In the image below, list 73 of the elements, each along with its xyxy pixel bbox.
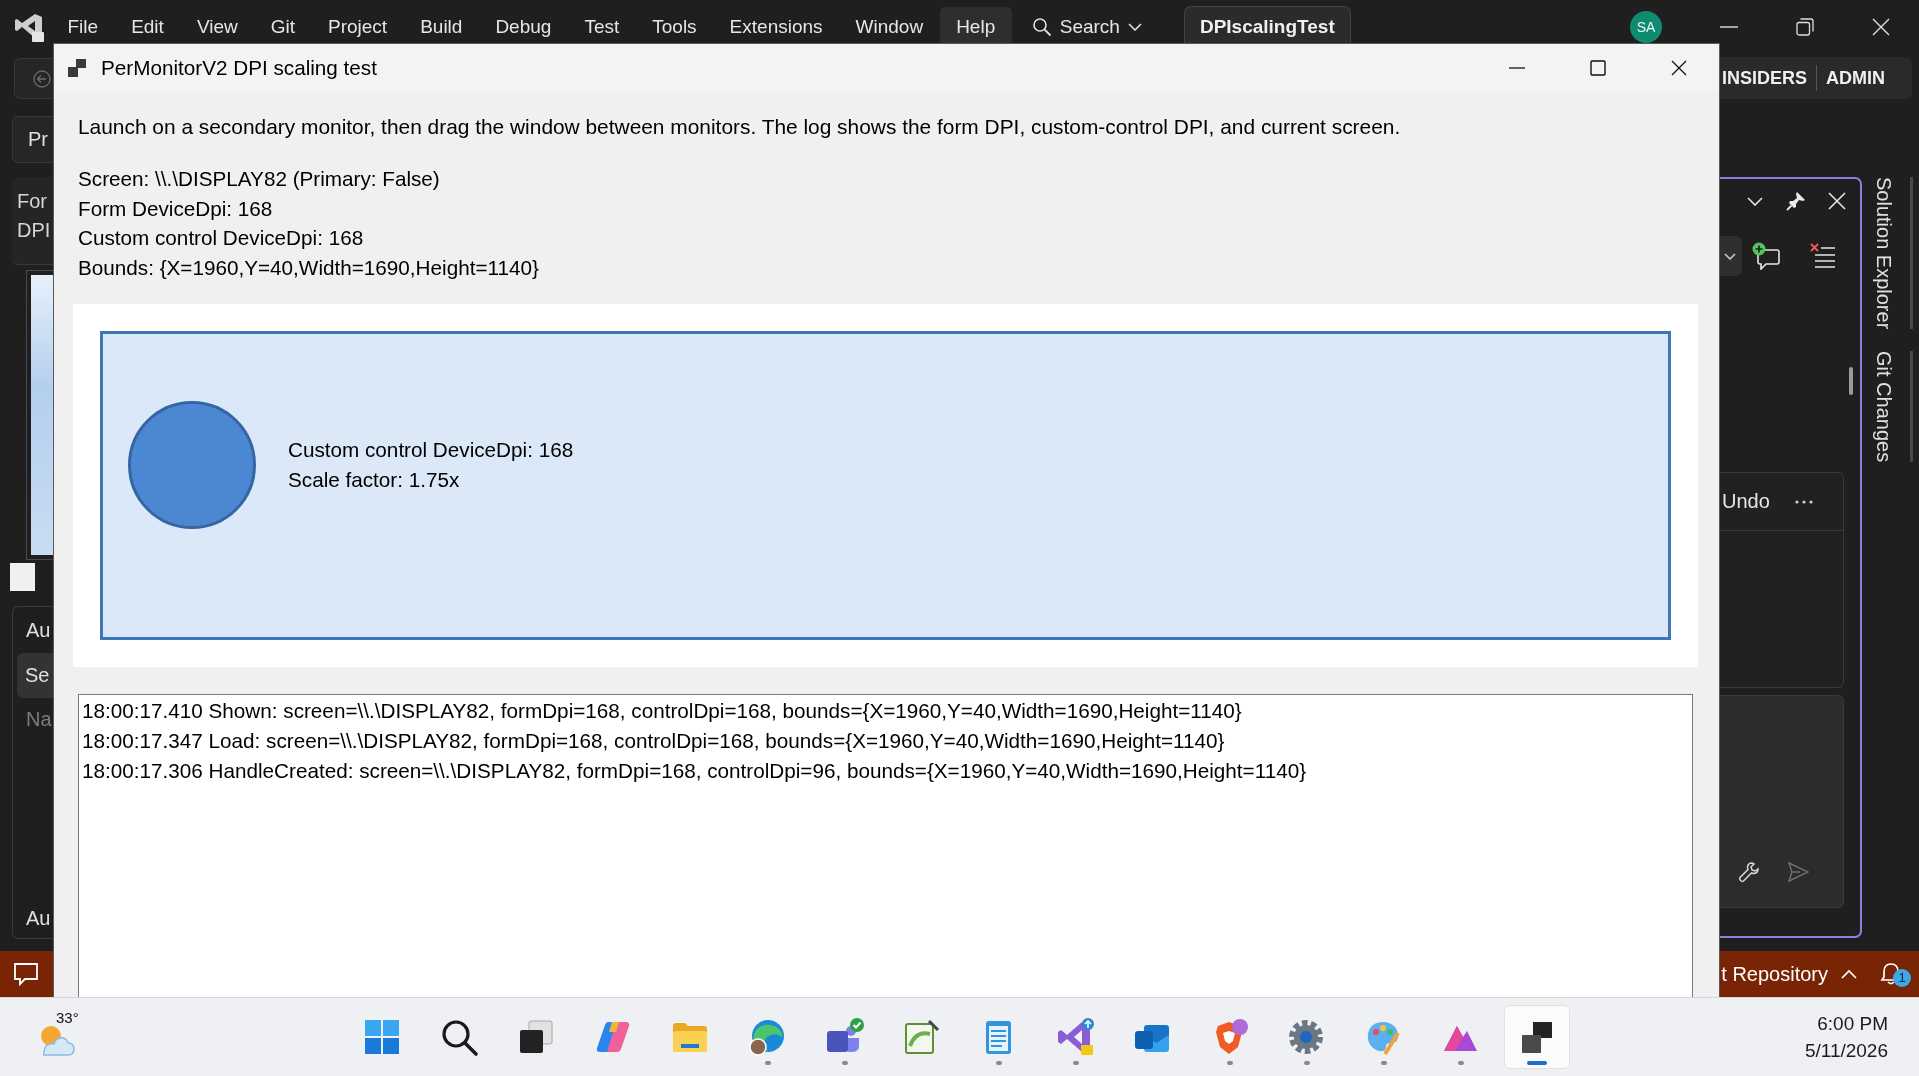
- menu-item[interactable]: Extensions: [713, 6, 840, 47]
- pin-icon[interactable]: [1786, 191, 1806, 211]
- close-icon: [1872, 17, 1890, 36]
- taskbar-button[interactable]: [1504, 1005, 1570, 1069]
- list-clear-icon[interactable]: [1810, 243, 1836, 269]
- caret-up-icon[interactable]: [1841, 969, 1857, 979]
- send-icon[interactable]: [1787, 861, 1809, 883]
- instructions-text: Launch on a secondary monitor, then drag the window between monitors. The log shows the form DPI, custom-control DPI, and current screen.: [78, 114, 1402, 140]
- menu-item[interactable]: Tools: [635, 6, 714, 47]
- close-icon[interactable]: [1827, 191, 1847, 211]
- minimize-icon: [1720, 25, 1738, 28]
- overlapping-squares-icon: [67, 58, 87, 78]
- control-label: Custom control DeviceDpi: 168: [288, 436, 574, 463]
- info-line: Form DeviceDpi: 168: [78, 195, 274, 222]
- repository-button[interactable]: t Repository: [1721, 962, 1828, 986]
- chat-plus-icon[interactable]: [1752, 242, 1780, 270]
- dropdown-button[interactable]: [1720, 236, 1742, 276]
- grid-icon: [362, 1017, 402, 1057]
- menu-item[interactable]: Git: [254, 6, 312, 47]
- edition-label: INSIDERS: [1722, 67, 1808, 89]
- side-tab[interactable]: Git Changes: [1871, 351, 1913, 463]
- back-button[interactable]: [14, 58, 53, 99]
- menu-item[interactable]: Debug: [478, 6, 568, 47]
- close-icon: [1670, 60, 1687, 76]
- window-title: PerMonitorV2 DPI scaling test: [101, 56, 377, 80]
- restore-icon: [1796, 17, 1814, 36]
- chat-input-field[interactable]: [1720, 695, 1844, 908]
- more-icon[interactable]: [1795, 499, 1813, 504]
- search-icon: [1031, 16, 1052, 37]
- property-label: For: [16, 189, 48, 214]
- section-title: Au: [25, 618, 51, 643]
- ribbon-icon: [1055, 1017, 1095, 1057]
- side-tab[interactable]: Solution Explorer: [1871, 177, 1913, 330]
- weather-button[interactable]: 33°: [30, 1006, 92, 1068]
- property-label: DPI: [16, 218, 52, 243]
- info-line: Bounds: {X=1960,Y=40,Width=1690,Height=1140}: [78, 255, 540, 282]
- column-header: Na: [25, 707, 52, 732]
- log-line: 18:00:17.410 Shown: screen=\\.\DISPLAY82, formDpi=168, controlDpi=168, bounds={X=1960,Y=40,Width=1690,Height=1140}: [82, 697, 1243, 724]
- gear-icon: [1286, 1017, 1326, 1057]
- toolbar-button[interactable]: Pr: [12, 116, 53, 163]
- log-line: 18:00:17.306 HandleCreated: screen=\\.\DISPLAY82, formDpi=168, controlDpi=96, bounds={X=1960,Y=40,Width=1690,Height=1140}: [82, 757, 1308, 784]
- scrollbar-thumb[interactable]: [1849, 367, 1853, 395]
- control-label: Scale factor: 1.75x: [288, 466, 461, 493]
- log-line: 18:00:17.347 Load: screen=\\.\DISPLAY82, formDpi=168, controlDpi=168, bounds={X=1960,Y=40,Width=1690,Height=1140}: [82, 727, 1226, 754]
- undo-button[interactable]: Undo: [1722, 490, 1770, 513]
- menu-item[interactable]: View: [180, 6, 255, 47]
- search-icon: [439, 1017, 479, 1057]
- chevron-down-icon: [1127, 22, 1142, 31]
- section-footer: Au: [13, 898, 51, 938]
- info-line: Screen: \\.\DISPLAY82 (Primary: False): [78, 166, 441, 192]
- section-tab[interactable]: Se: [17, 653, 53, 698]
- search-button[interactable]: Search: [1023, 6, 1150, 47]
- back-icon: [33, 69, 51, 88]
- chevron-down-icon[interactable]: [1747, 196, 1763, 206]
- clock-button[interactable]: 6:00 PM 5/11/2026: [1795, 1010, 1897, 1064]
- chevron-down-icon: [1724, 252, 1736, 260]
- menu-item[interactable]: Edit: [114, 6, 181, 47]
- minimize-icon: [1508, 67, 1525, 69]
- log-textbox[interactable]: [78, 693, 1693, 997]
- comment-icon[interactable]: [13, 961, 39, 987]
- menu-item[interactable]: Project: [311, 6, 404, 47]
- globe-icon: [747, 1017, 787, 1057]
- menu-item[interactable]: Build: [403, 6, 479, 47]
- notification-badge: 1: [1893, 969, 1911, 987]
- account-avatar[interactable]: SA: [1630, 10, 1662, 43]
- swatch-icon: [10, 563, 35, 591]
- edition-label: ADMIN: [1826, 67, 1886, 89]
- info-line: Custom control DeviceDpi: 168: [78, 225, 365, 252]
- menu-item[interactable]: Test: [567, 6, 636, 47]
- menu-item[interactable]: Window: [839, 6, 940, 47]
- menu-item[interactable]: File: [51, 6, 115, 47]
- wrench-icon[interactable]: [1738, 861, 1760, 883]
- maximize-icon: [1589, 60, 1606, 76]
